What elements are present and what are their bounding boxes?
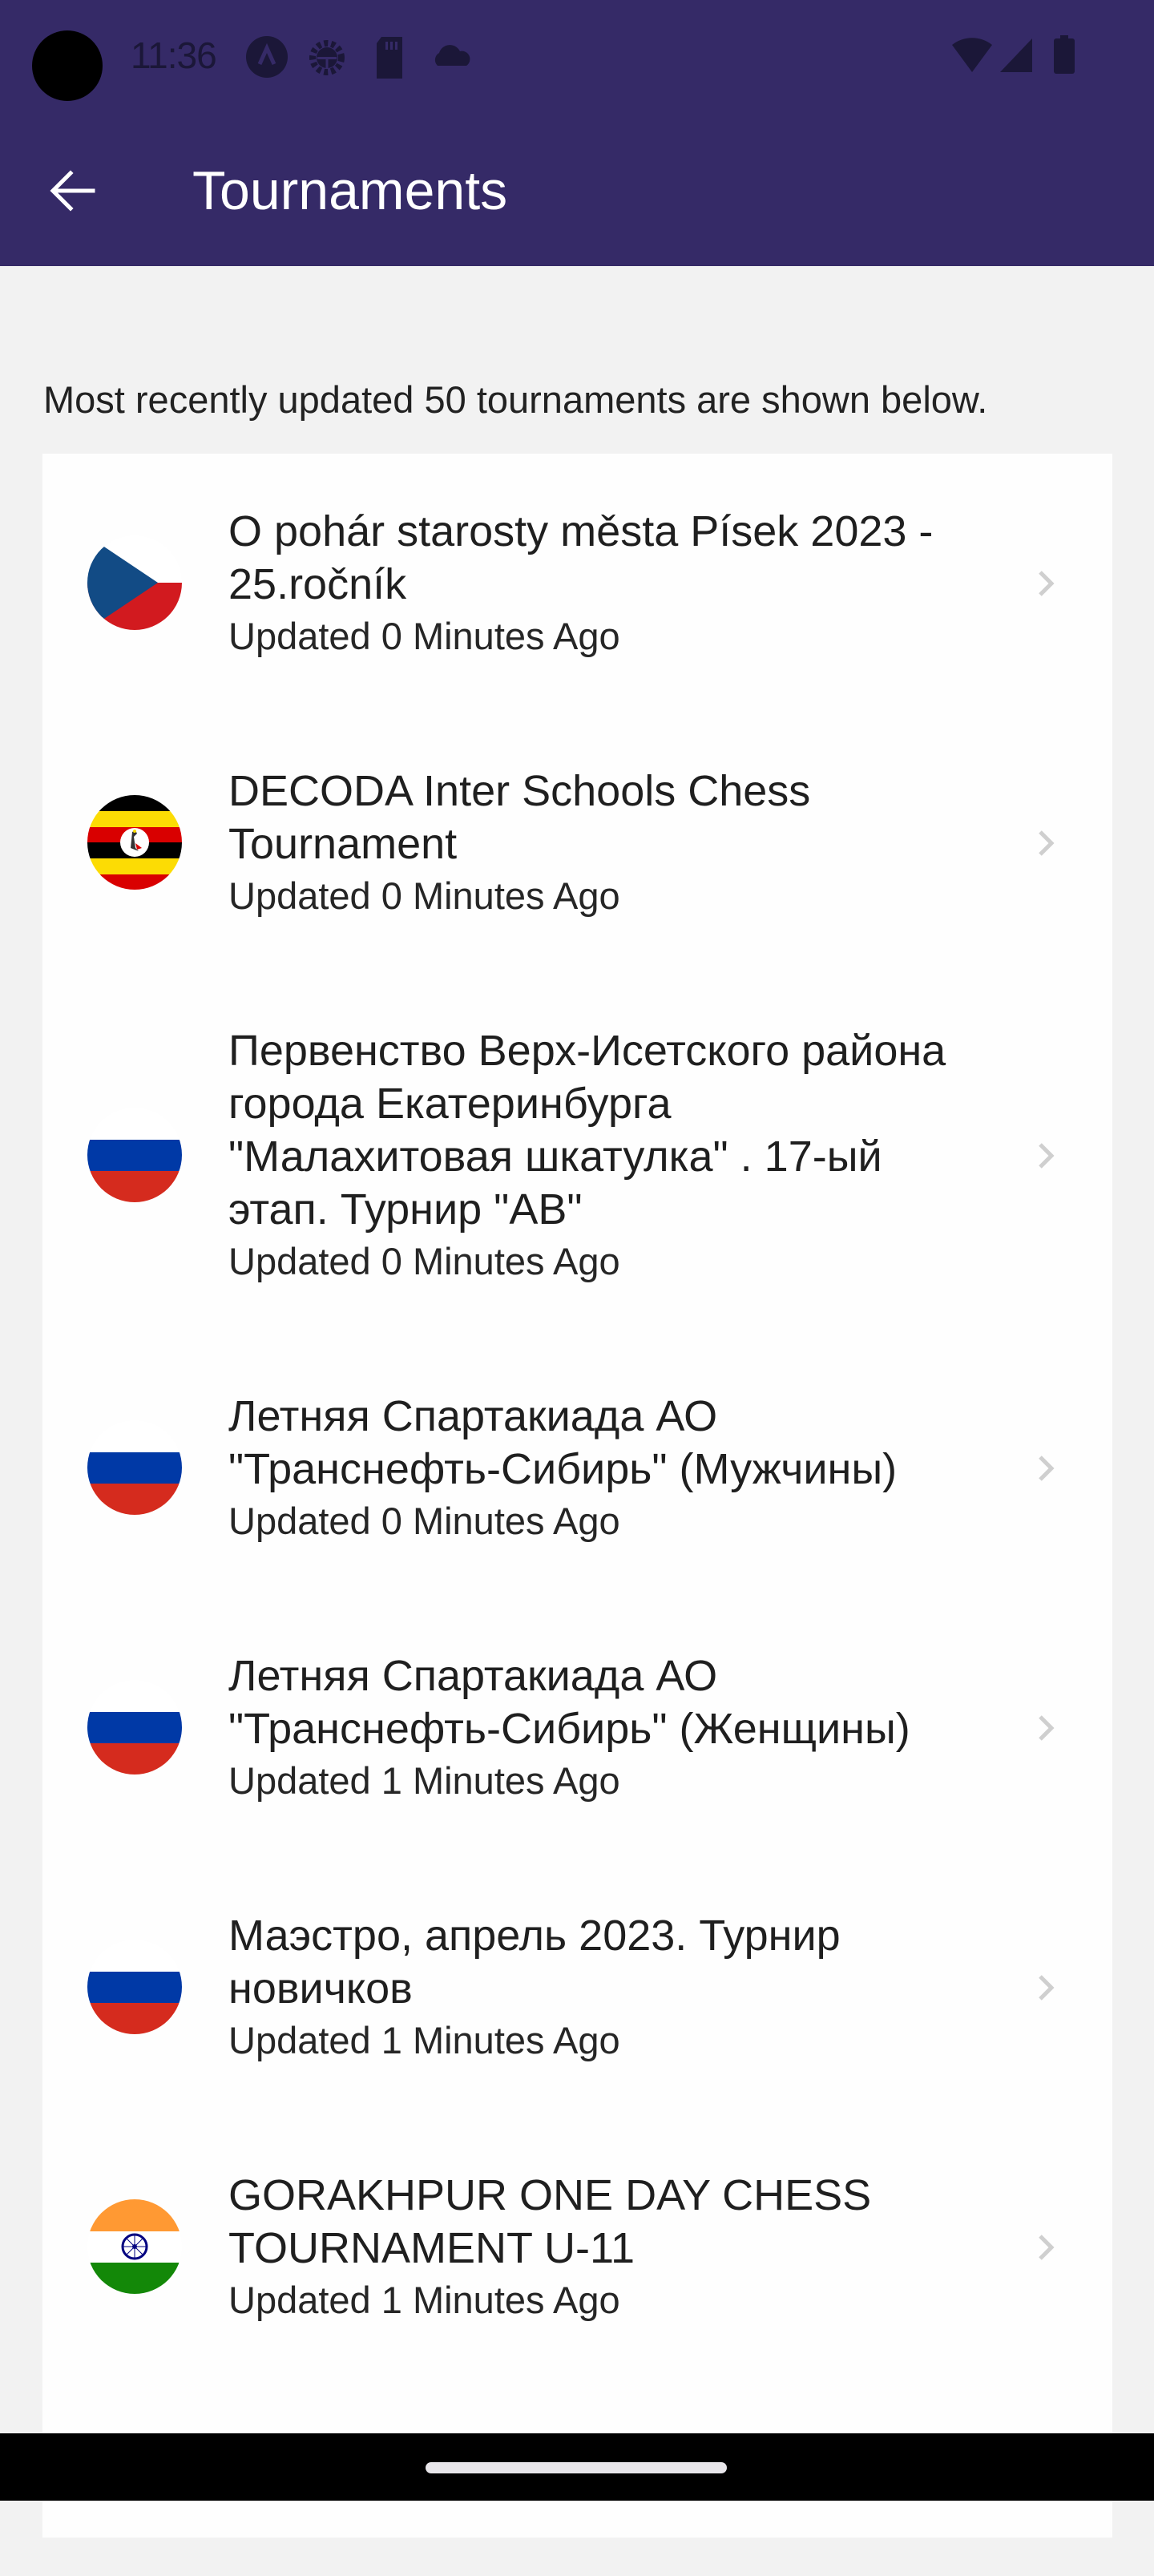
tournament-text: Первенство Верх-Исетского района города …: [228, 1024, 966, 1286]
tournament-list-item[interactable]: Летняя Спартакиада АО "Транснефть-Сибирь…: [42, 1338, 1112, 1598]
tournament-updated: Updated 0 Minutes Ago: [228, 874, 620, 917]
tournament-title: DECODA Inter Schools Chess Tournament: [228, 767, 811, 868]
tournament-updated: Updated 1 Minutes Ago: [228, 2019, 620, 2061]
app-bar: 11:36 Tournaments: [0, 0, 1154, 266]
chevron-right-icon: [1037, 1714, 1056, 1742]
tournament-list-item[interactable]: Маэстро, апрель 2023. Турнир новичков Up…: [42, 1858, 1112, 2118]
tournament-title: Первенство Верх-Исетского района города …: [228, 1027, 946, 1233]
battery-icon: [1053, 35, 1075, 78]
tournament-title: Летняя Спартакиада АО "Транснефть-Сибирь…: [228, 1652, 910, 1753]
sd-card-icon: [373, 35, 406, 84]
tournament-list-item[interactable]: O pohár starosty města Písek 2023 - 25.r…: [42, 454, 1112, 713]
tournament-title: Маэстро, апрель 2023. Турнир новичков: [228, 1912, 841, 2013]
chevron-right-icon: [1037, 2233, 1056, 2262]
tournament-text: Маэстро, апрель 2023. Турнир новичков Up…: [228, 1909, 966, 2065]
tournament-updated: Updated 0 Minutes Ago: [228, 1240, 620, 1282]
status-bar: 11:36: [0, 0, 1154, 112]
cellular-signal-icon: [999, 37, 1034, 78]
page-title: Tournaments: [192, 160, 508, 221]
tournament-list-item[interactable]: Первенство Верх-Исетского района города …: [42, 973, 1112, 1338]
tournament-list-item[interactable]: Летняя Спартакиада АО "Транснефть-Сибирь…: [42, 1598, 1112, 1858]
tournament-list-item[interactable]: DECODA Inter Schools Chess Tournament Up…: [42, 713, 1112, 973]
tournament-updated: Updated 1 Minutes Ago: [228, 1759, 620, 1802]
tournament-title: Летняя Спартакиада АО "Транснефть-Сибирь…: [228, 1392, 898, 1493]
arrow-left-icon: [48, 167, 96, 219]
chevron-right-icon: [1037, 1454, 1056, 1483]
flag-russia-icon: [87, 1680, 182, 1775]
tournament-title: GORAKHPUR ONE DAY CHESS TOURNAMENT U-11: [228, 2171, 872, 2272]
app-a-icon: [245, 35, 288, 83]
camera-cutout: [32, 30, 103, 101]
tournament-updated: Updated 1 Minutes Ago: [228, 2279, 620, 2321]
flag-russia-icon: [87, 1420, 182, 1515]
flag-russia-icon: [87, 1108, 182, 1202]
home-gesture-handle[interactable]: [426, 2462, 727, 2473]
system-navigation-bar: [0, 2433, 1154, 2501]
flag-india-icon: [87, 2199, 182, 2294]
status-time: 11:36: [131, 34, 217, 76]
chevron-right-icon: [1037, 1973, 1056, 2002]
back-button[interactable]: [32, 160, 112, 224]
chevron-right-icon: [1037, 569, 1056, 598]
tournament-text: Летняя Спартакиада АО "Транснефть-Сибирь…: [228, 1390, 966, 1545]
cloud-icon: [430, 43, 473, 71]
tournament-text: Летняя Спартакиада АО "Транснефть-Сибирь…: [228, 1649, 966, 1805]
wifi-icon: [950, 37, 994, 78]
info-text: Most recently updated 50 tournaments are…: [43, 378, 988, 421]
tournament-list: O pohár starosty města Písek 2023 - 25.r…: [42, 454, 1112, 2538]
flag-uganda-icon: [87, 795, 182, 890]
toolbar: Tournaments: [0, 136, 1154, 240]
chevron-right-icon: [1037, 829, 1056, 858]
tournament-text: DECODA Inter Schools Chess Tournament Up…: [228, 765, 966, 920]
android-debug-icon: [306, 35, 348, 84]
chevron-right-icon: [1037, 1141, 1056, 1170]
tournament-text: GORAKHPUR ONE DAY CHESS TOURNAMENT U-11 …: [228, 2169, 966, 2324]
tournament-list-item[interactable]: GORAKHPUR ONE DAY CHESS TOURNAMENT U-11 …: [42, 2118, 1112, 2377]
tournament-updated: Updated 0 Minutes Ago: [228, 615, 620, 657]
tournament-updated: Updated 0 Minutes Ago: [228, 1500, 620, 1542]
tournament-title: O pohár starosty města Písek 2023 - 25.r…: [228, 507, 934, 608]
flag-czech-republic-icon: [87, 535, 182, 630]
flag-russia-icon: [87, 1940, 182, 2034]
tournament-text: O pohár starosty města Písek 2023 - 25.r…: [228, 505, 966, 660]
